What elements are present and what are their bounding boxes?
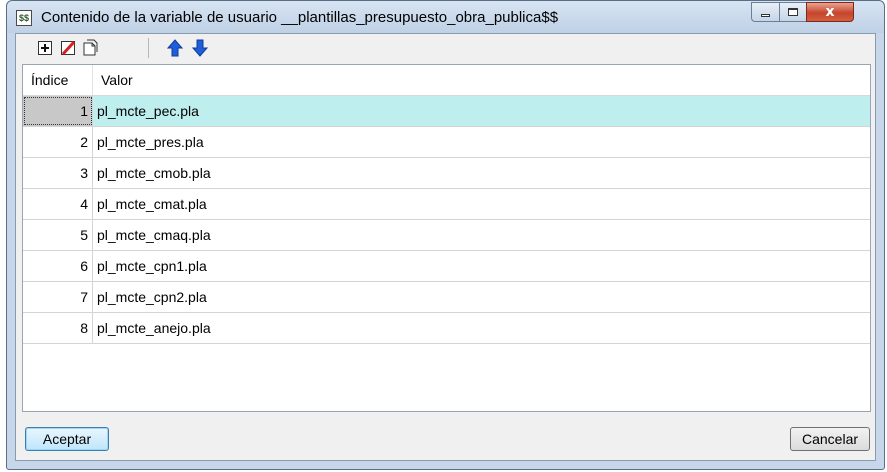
row-index-cell[interactable]: 3 [23,158,93,188]
row-value-cell[interactable]: pl_mcte_cmat.pla [93,189,207,219]
dialog-footer: Aceptar Cancelar [16,414,875,460]
toolbar [16,34,875,62]
column-header-value[interactable]: Valor [93,65,133,95]
add-row-icon [38,41,52,55]
add-row-button[interactable] [36,39,54,57]
row-index-cell[interactable]: 4 [23,189,93,219]
table-row[interactable]: 4 pl_mcte_cmat.pla [23,189,870,220]
table-row[interactable]: 5 pl_mcte_cmaq.pla [23,220,870,251]
copy-row-icon [83,39,98,56]
delete-row-button[interactable] [59,39,77,57]
copy-row-button[interactable] [82,39,100,57]
grid-rows: 1 pl_mcte_pec.pla 2 pl_mcte_pres.pla 3 p… [23,96,870,344]
move-down-button[interactable] [191,39,209,57]
table-row[interactable]: 2 pl_mcte_pres.pla [23,127,870,158]
table-row[interactable]: 1 pl_mcte_pec.pla [23,96,870,127]
window-title: Contenido de la variable de usuario __pl… [41,9,559,26]
cancel-button[interactable]: Cancelar [790,427,870,451]
delete-row-icon [61,40,76,56]
title-bar[interactable]: $$ Contenido de la variable de usuario _… [7,1,884,33]
maximize-button[interactable] [779,2,807,22]
move-down-icon [192,39,208,57]
maximize-icon [788,8,798,16]
table-row[interactable]: 3 pl_mcte_cmob.pla [23,158,870,189]
minimize-icon [761,13,770,17]
row-index-cell[interactable]: 1 [23,96,93,126]
close-button[interactable]: x [806,2,854,22]
row-index-cell[interactable]: 8 [23,313,93,343]
dialog-body: Índice Valor 1 pl_mcte_pec.pla 2 pl_mcte… [15,33,876,461]
row-value-cell[interactable]: pl_mcte_pec.pla [93,96,199,126]
row-index-cell[interactable]: 2 [23,127,93,157]
grid-header: Índice Valor [23,65,870,96]
toolbar-separator [148,38,149,58]
row-value-cell[interactable]: pl_mcte_cpn1.pla [93,251,207,281]
app-icon[interactable]: $$ [16,10,32,26]
table-row[interactable]: 6 pl_mcte_cpn1.pla [23,251,870,282]
row-value-cell[interactable]: pl_mcte_pres.pla [93,127,204,157]
minimize-button[interactable] [751,2,780,22]
row-value-cell[interactable]: pl_mcte_cpn2.pla [93,282,207,312]
row-index-cell[interactable]: 6 [23,251,93,281]
table-row[interactable]: 7 pl_mcte_cpn2.pla [23,282,870,313]
values-grid[interactable]: Índice Valor 1 pl_mcte_pec.pla 2 pl_mcte… [22,64,871,412]
row-index-cell[interactable]: 7 [23,282,93,312]
row-value-cell[interactable]: pl_mcte_cmaq.pla [93,220,211,250]
close-icon: x [825,4,835,20]
move-up-icon [167,39,183,57]
move-up-button[interactable] [166,39,184,57]
row-index-cell[interactable]: 5 [23,220,93,250]
row-value-cell[interactable]: pl_mcte_cmob.pla [93,158,211,188]
column-header-index[interactable]: Índice [23,65,93,95]
row-value-cell[interactable]: pl_mcte_anejo.pla [93,313,211,343]
accept-button[interactable]: Aceptar [25,427,109,451]
dialog-window: $$ Contenido de la variable de usuario _… [6,0,885,470]
table-row[interactable]: 8 pl_mcte_anejo.pla [23,313,870,344]
